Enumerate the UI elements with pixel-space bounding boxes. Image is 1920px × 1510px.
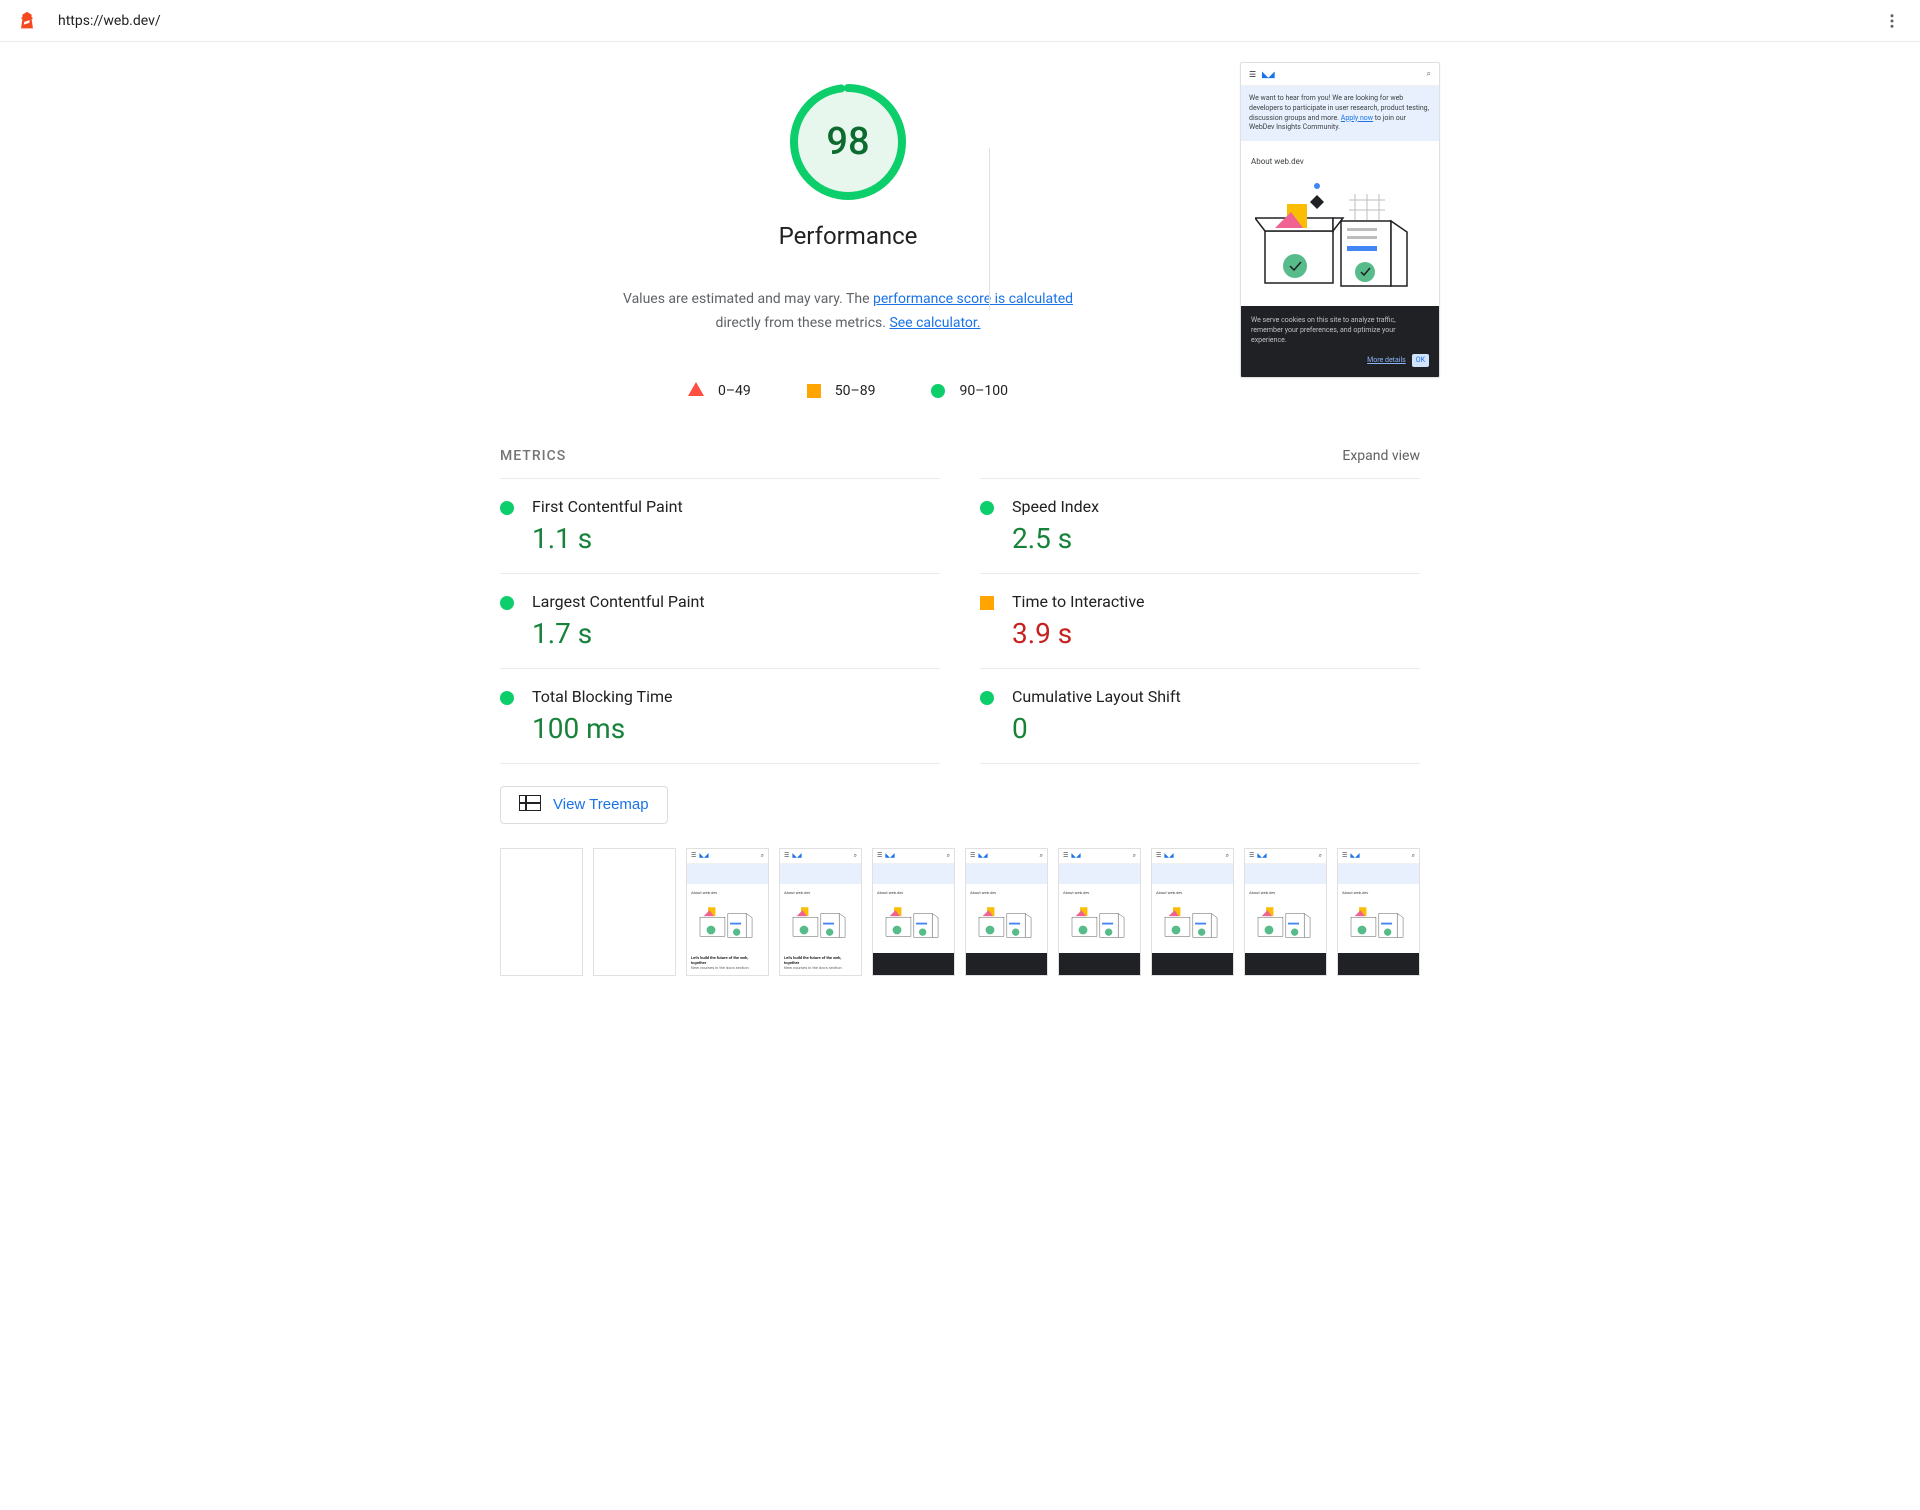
filmstrip-thumb[interactable]: ☰◣◢⌕About web.devLet's build the future … (686, 848, 769, 976)
banner-link: Apply now (1341, 114, 1373, 122)
metric-value: 100 ms (532, 712, 672, 745)
header-bar: https://web.dev/ (0, 0, 1920, 42)
metrics-grid: First Contentful Paint 1.1 s Speed Index 2.… (500, 478, 1420, 764)
legend-fail: 0–49 (688, 382, 751, 400)
view-treemap-button[interactable]: View Treemap (500, 786, 668, 824)
metric-name: Total Blocking Time (532, 687, 672, 706)
metric-name: Largest Contentful Paint (532, 592, 705, 611)
circle-icon (500, 501, 514, 515)
metric-value: 3.9 s (1012, 617, 1144, 650)
about-heading: About web.dev (1251, 157, 1429, 166)
legend-pass: 90–100 (931, 383, 1008, 399)
metric-value: 1.7 s (532, 617, 705, 650)
metric-value: 0 (1012, 712, 1181, 745)
circle-icon (980, 691, 994, 705)
filmstrip-thumb[interactable]: ☰◣◢⌕About web.devLet's build the future … (779, 848, 862, 976)
treemap-icon (519, 795, 541, 815)
square-icon (807, 384, 821, 398)
metrics-heading: METRICS (500, 448, 566, 464)
cookie-text: We serve cookies on this site to analyze… (1251, 316, 1429, 345)
see-calculator-link[interactable]: See calculator. (889, 315, 980, 331)
search-icon: ⌕ (1427, 69, 1431, 79)
filmstrip-thumb[interactable]: ☰◣◢⌕About web.dev (965, 848, 1048, 976)
page-url: https://web.dev/ (58, 13, 1880, 29)
metric-name: Cumulative Layout Shift (1012, 687, 1181, 706)
metric-first-contentful-paint: First Contentful Paint 1.1 s (500, 478, 940, 573)
subtitle-text: Values are estimated and may vary. The (623, 291, 873, 307)
filmstrip-thumb[interactable]: ☰◣◢⌕About web.dev (1151, 848, 1234, 976)
filmstrip-thumb[interactable]: ☰◣◢⌕About web.dev (1058, 848, 1141, 976)
performance-title: Performance (779, 222, 918, 250)
subtitle-text: directly from these metrics. (715, 315, 889, 331)
filmstrip-thumb[interactable] (500, 848, 583, 976)
ok-button: OK (1412, 354, 1429, 368)
metric-total-blocking-time: Total Blocking Time 100 ms (500, 668, 940, 764)
metric-name: First Contentful Paint (532, 497, 683, 516)
metric-name: Time to Interactive (1012, 592, 1144, 611)
performance-subtitle: Values are estimated and may vary. The p… (608, 288, 1088, 336)
performance-score: 98 (788, 82, 908, 202)
circle-icon (980, 501, 994, 515)
filmstrip-thumb[interactable]: ☰◣◢⌕About web.dev (1337, 848, 1420, 976)
legend-average: 50–89 (807, 383, 876, 399)
circle-icon (931, 384, 945, 398)
metric-cumulative-layout-shift: Cumulative Layout Shift 0 (980, 668, 1420, 764)
cookie-banner: We serve cookies on this site to analyze… (1241, 306, 1439, 377)
legend-range: 90–100 (959, 383, 1008, 399)
hamburger-icon: ☰ (1249, 70, 1256, 79)
filmstrip-thumb[interactable] (593, 848, 676, 976)
illustration (1251, 176, 1429, 296)
metric-largest-contentful-paint: Largest Contentful Paint 1.7 s (500, 573, 940, 668)
circle-icon (500, 596, 514, 610)
screenshot-banner: We want to hear from you! We are looking… (1241, 86, 1439, 141)
final-screenshot: ☰ ◣◢ ⌕ We want to hear from you! We are … (1240, 58, 1440, 400)
more-details-link: More details (1367, 356, 1406, 366)
legend-range: 50–89 (835, 383, 876, 399)
metric-name: Speed Index (1012, 497, 1099, 516)
score-legend: 0–49 50–89 90–100 (688, 382, 1008, 400)
logo-icon: ◣◢ (1262, 70, 1274, 79)
metric-value: 1.1 s (532, 522, 683, 555)
metric-value: 2.5 s (1012, 522, 1099, 555)
score-calc-link[interactable]: performance score is calculated (873, 291, 1073, 307)
square-icon (980, 596, 994, 610)
metric-speed-index: Speed Index 2.5 s (980, 478, 1420, 573)
expand-view-toggle[interactable]: Expand view (1342, 448, 1420, 464)
legend-range: 0–49 (718, 383, 751, 399)
filmstrip: ☰◣◢⌕About web.devLet's build the future … (500, 848, 1420, 976)
performance-gauge: 98 (788, 82, 908, 202)
filmstrip-thumb[interactable]: ☰◣◢⌕About web.dev (1244, 848, 1327, 976)
lighthouse-icon (16, 10, 38, 32)
vertical-divider (989, 148, 990, 310)
triangle-icon (688, 382, 704, 400)
circle-icon (500, 691, 514, 705)
metric-time-to-interactive: Time to Interactive 3.9 s (980, 573, 1420, 668)
treemap-label: View Treemap (553, 796, 649, 813)
filmstrip-thumb[interactable]: ☰◣◢⌕About web.dev (872, 848, 955, 976)
more-menu-button[interactable] (1880, 9, 1904, 33)
